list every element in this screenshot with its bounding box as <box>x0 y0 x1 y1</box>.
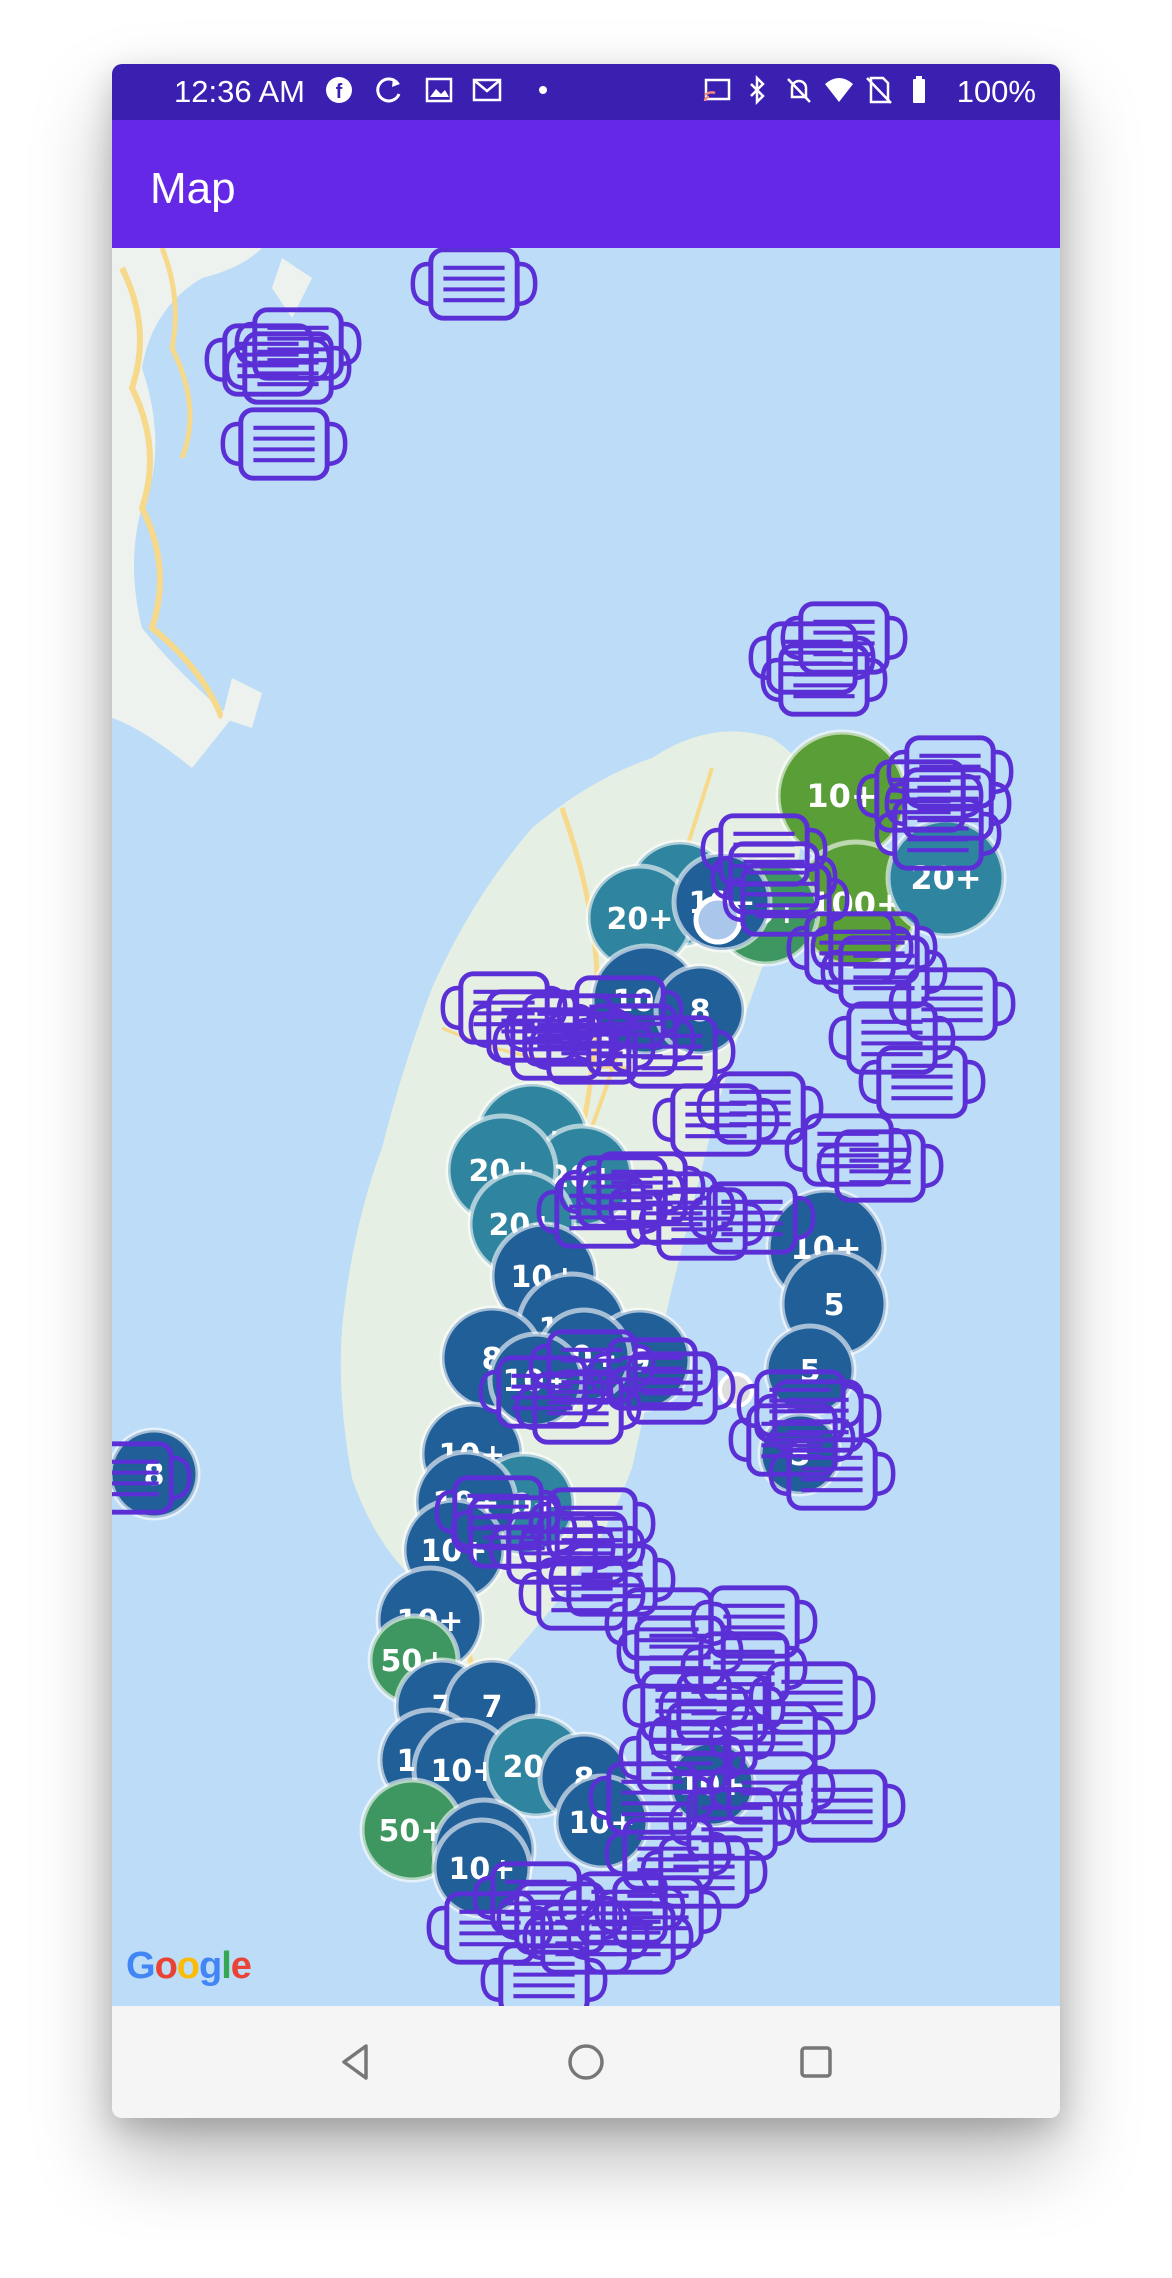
cluster-count-label: 20+ <box>607 902 674 937</box>
map-canvas[interactable]: 10+100+50+20+20+10+10+820+10+20+20+20+20… <box>112 248 1060 2006</box>
sync-icon <box>376 77 401 103</box>
face-mask-icon[interactable] <box>751 624 873 692</box>
cluster-count-label: 20+ <box>910 859 981 897</box>
face-mask-icon[interactable] <box>223 410 345 478</box>
page-title: Map <box>150 164 236 213</box>
face-mask-icon[interactable] <box>413 250 535 318</box>
back-icon[interactable] <box>334 2040 378 2084</box>
face-mask-icon[interactable] <box>751 1664 873 1732</box>
face-mask-icon[interactable] <box>781 1772 903 1840</box>
map-view[interactable]: 10+100+50+20+20+10+10+820+10+20+20+20+20… <box>112 248 1060 2006</box>
battery-icon <box>913 76 925 103</box>
home-icon[interactable] <box>564 2040 608 2084</box>
no-sim-icon <box>866 76 892 104</box>
facebook-icon: f <box>326 77 352 103</box>
recents-icon[interactable] <box>794 2040 838 2084</box>
cast-icon <box>703 78 731 102</box>
face-mask-icon[interactable] <box>861 1048 983 1116</box>
cluster-count-label: 10+ <box>806 777 877 815</box>
cluster-count-label: 5 <box>824 1288 845 1323</box>
navigation-bar <box>112 2006 1060 2118</box>
google-attribution: Google <box>126 1945 252 1987</box>
wifi-icon <box>825 78 853 102</box>
phone-screen: 12:36 AM f 100% Map 10+ 100+ 20+ 10+ 8 2… <box>112 64 1060 2118</box>
app-bar: Map <box>112 120 1060 248</box>
battery-percent: 100% <box>956 74 1036 109</box>
bluetooth-icon <box>750 75 765 105</box>
dot-icon <box>539 86 547 94</box>
status-time: 12:36 AM <box>174 74 305 109</box>
face-mask-icon[interactable] <box>693 1588 815 1656</box>
cluster-count-label: 7 <box>482 1690 503 1725</box>
gmail-icon <box>472 78 502 102</box>
cluster-count-label: 8 <box>690 994 711 1029</box>
face-mask-icon[interactable] <box>819 1132 941 1200</box>
bell-off-icon <box>787 78 811 103</box>
svg-text:f: f <box>336 81 343 103</box>
image-icon <box>425 77 453 103</box>
status-bar: 12:36 AM f 100% <box>112 64 1060 120</box>
